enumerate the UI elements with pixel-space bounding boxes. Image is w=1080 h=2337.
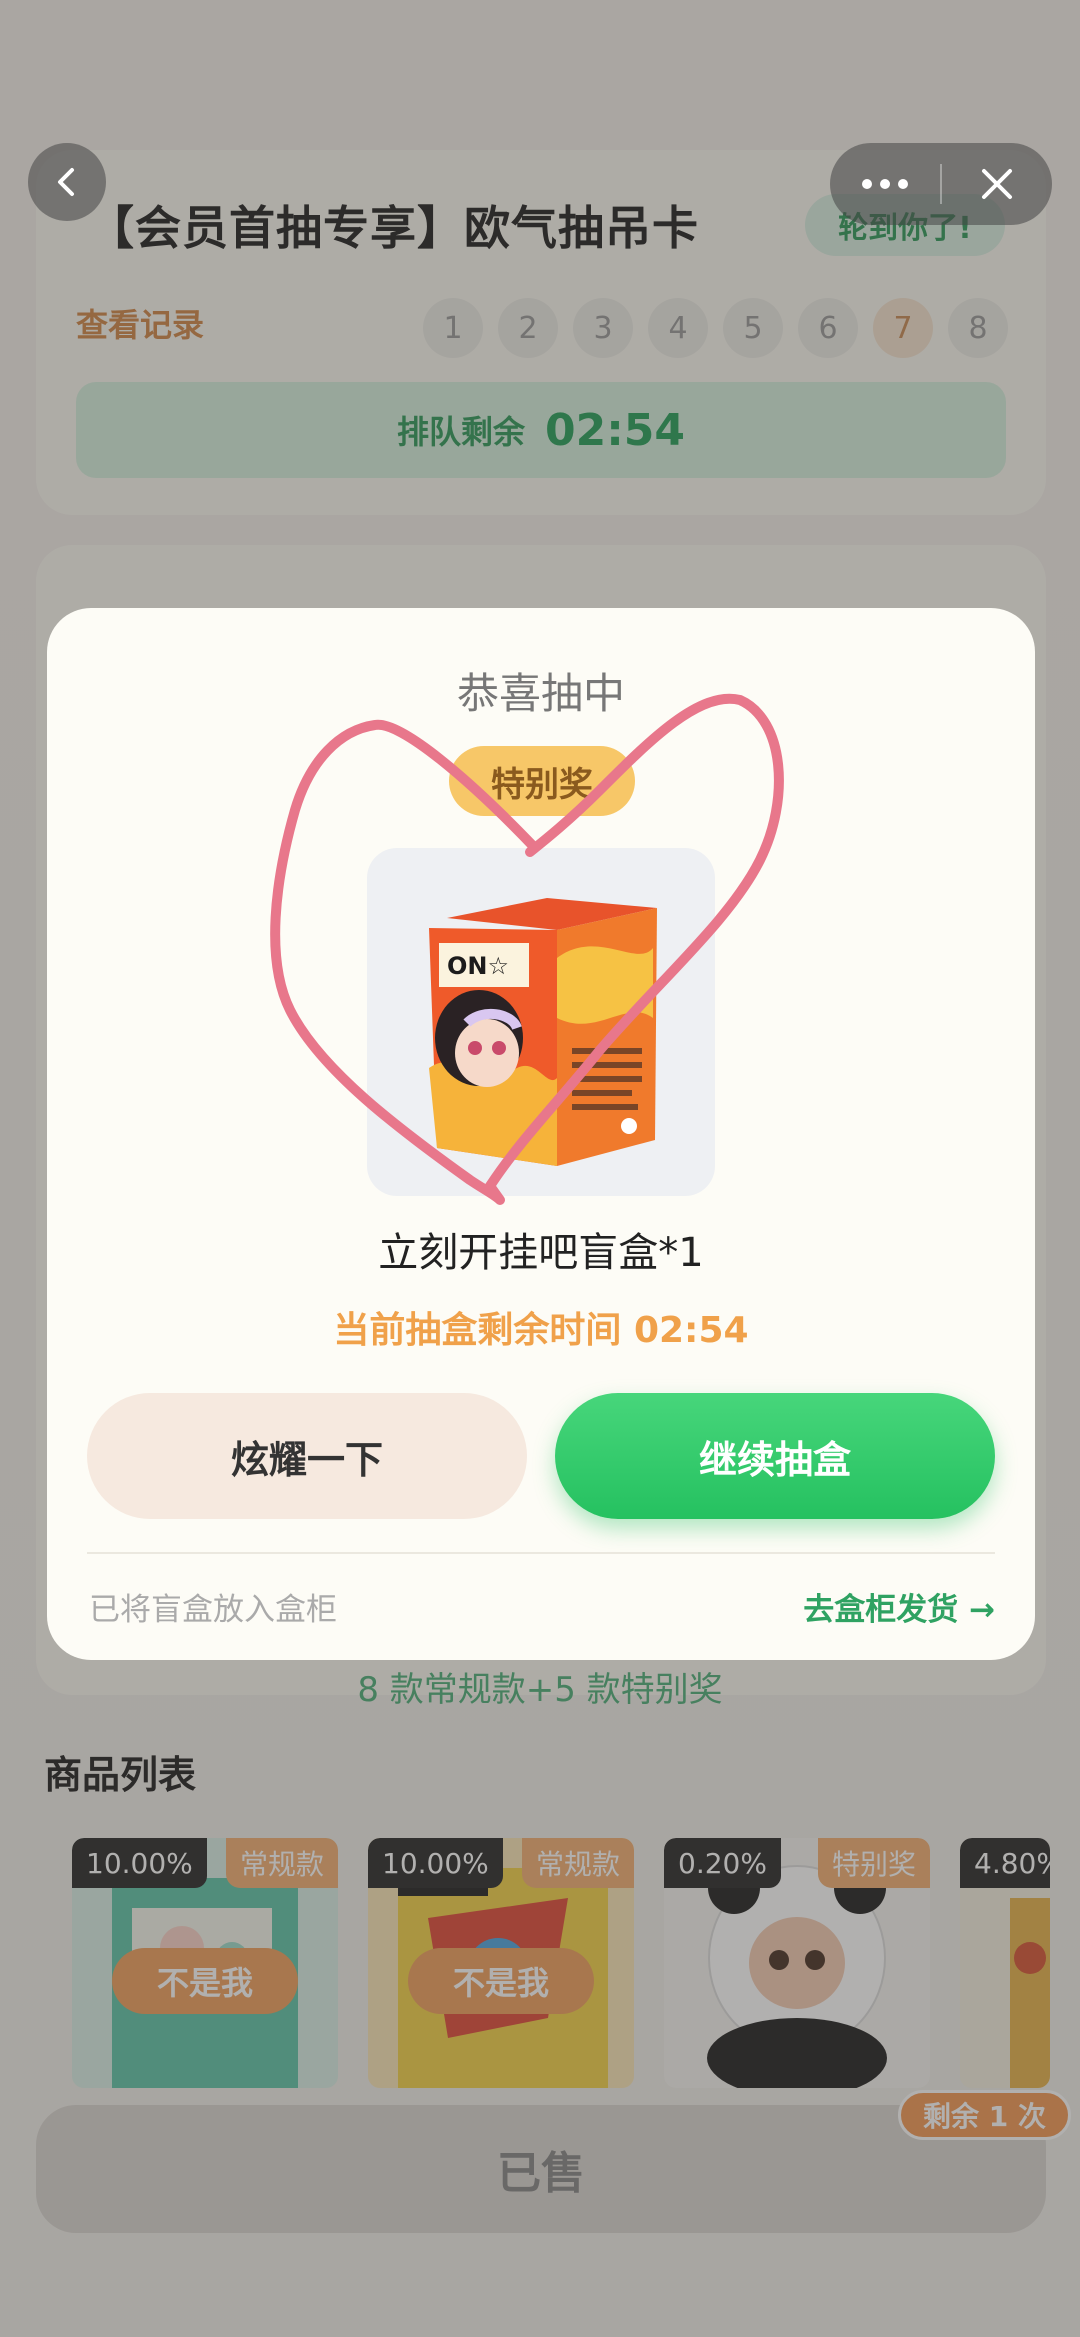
modal-divider (87, 1552, 995, 1554)
go-to-cabinet-link[interactable]: 去盒柜发货 → (803, 1584, 995, 1629)
mini-program-capsule (830, 143, 1052, 225)
modal-title: 恭喜抽中 (456, 669, 625, 718)
remaining-time: 当前抽盒剩余时间 02:54 (333, 1310, 749, 1351)
prize-image: ON☆ (429, 898, 657, 1166)
cabinet-note: 已将盲盒放入盒柜 (89, 1592, 337, 1628)
prize-modal: 恭喜抽中 特别奖 ON☆ 立刻开挂吧盲盒*1 当前抽盒剩余时间 02:54 炫耀… (47, 608, 1035, 1660)
prize-name: 立刻开挂吧盲盒*1 (378, 1230, 704, 1276)
close-button[interactable] (942, 143, 1052, 225)
more-dots-icon (862, 179, 908, 189)
chevron-left-icon (58, 168, 74, 196)
more-button[interactable] (830, 143, 940, 225)
svg-text:ON☆: ON☆ (447, 952, 509, 980)
show-off-button[interactable]: 炫耀一下 (87, 1393, 527, 1519)
continue-draw-button[interactable]: 继续抽盒 (555, 1393, 995, 1519)
close-icon (982, 169, 1012, 199)
special-prize-badge: 特别奖 (449, 746, 635, 816)
back-button[interactable] (28, 143, 106, 221)
prize-image-frame: ON☆ (367, 848, 715, 1196)
